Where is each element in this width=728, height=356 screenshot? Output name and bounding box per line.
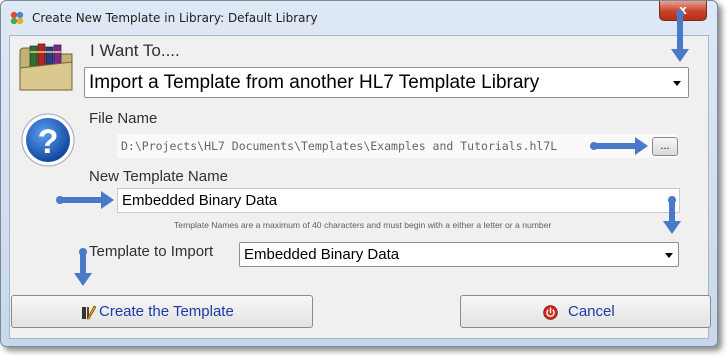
create-template-icon (82, 305, 96, 320)
template-to-import-dropdown[interactable]: Embedded Binary Data (239, 242, 679, 267)
file-name-value: D:\Projects\HL7 Documents\Templates\Exam… (121, 139, 558, 153)
action-dropdown[interactable]: Import a Template from another HL7 Templ… (84, 67, 689, 98)
title-bar[interactable]: Create New Template in Library: Default … (1, 1, 717, 35)
template-to-import-label: Template to Import (89, 243, 214, 260)
help-question-icon: ? (21, 113, 75, 167)
want-to-label: I Want To.... (90, 41, 180, 60)
cancel-label: Cancel (568, 303, 615, 320)
new-template-name-label: New Template Name (89, 168, 228, 185)
cancel-button[interactable]: Cancel (460, 295, 711, 328)
cancel-icon (543, 305, 558, 320)
app-icon (10, 11, 24, 25)
new-template-name-input[interactable]: Embedded Binary Data (117, 188, 680, 213)
chevron-down-icon (673, 81, 681, 86)
chevron-down-icon (665, 253, 673, 258)
template-name-hint: Template Names are a maximum of 40 chara… (174, 220, 552, 230)
close-button[interactable]: x (659, 1, 707, 21)
library-books-icon (19, 43, 73, 91)
window-title: Create New Template in Library: Default … (32, 11, 318, 25)
file-name-field[interactable]: D:\Projects\HL7 Documents\Templates\Exam… (117, 134, 677, 158)
browse-button[interactable]: ... (652, 137, 678, 156)
template-to-import-value: Embedded Binary Data (244, 246, 400, 263)
new-template-name-value: Embedded Binary Data (122, 192, 278, 209)
svg-text:?: ? (38, 123, 59, 161)
create-template-label: Create the Template (99, 303, 234, 320)
file-name-label: File Name (89, 110, 158, 127)
create-template-button[interactable]: Create the Template (11, 295, 313, 328)
action-dropdown-value: Import a Template from another HL7 Templ… (89, 72, 540, 93)
close-icon: x (679, 3, 687, 17)
